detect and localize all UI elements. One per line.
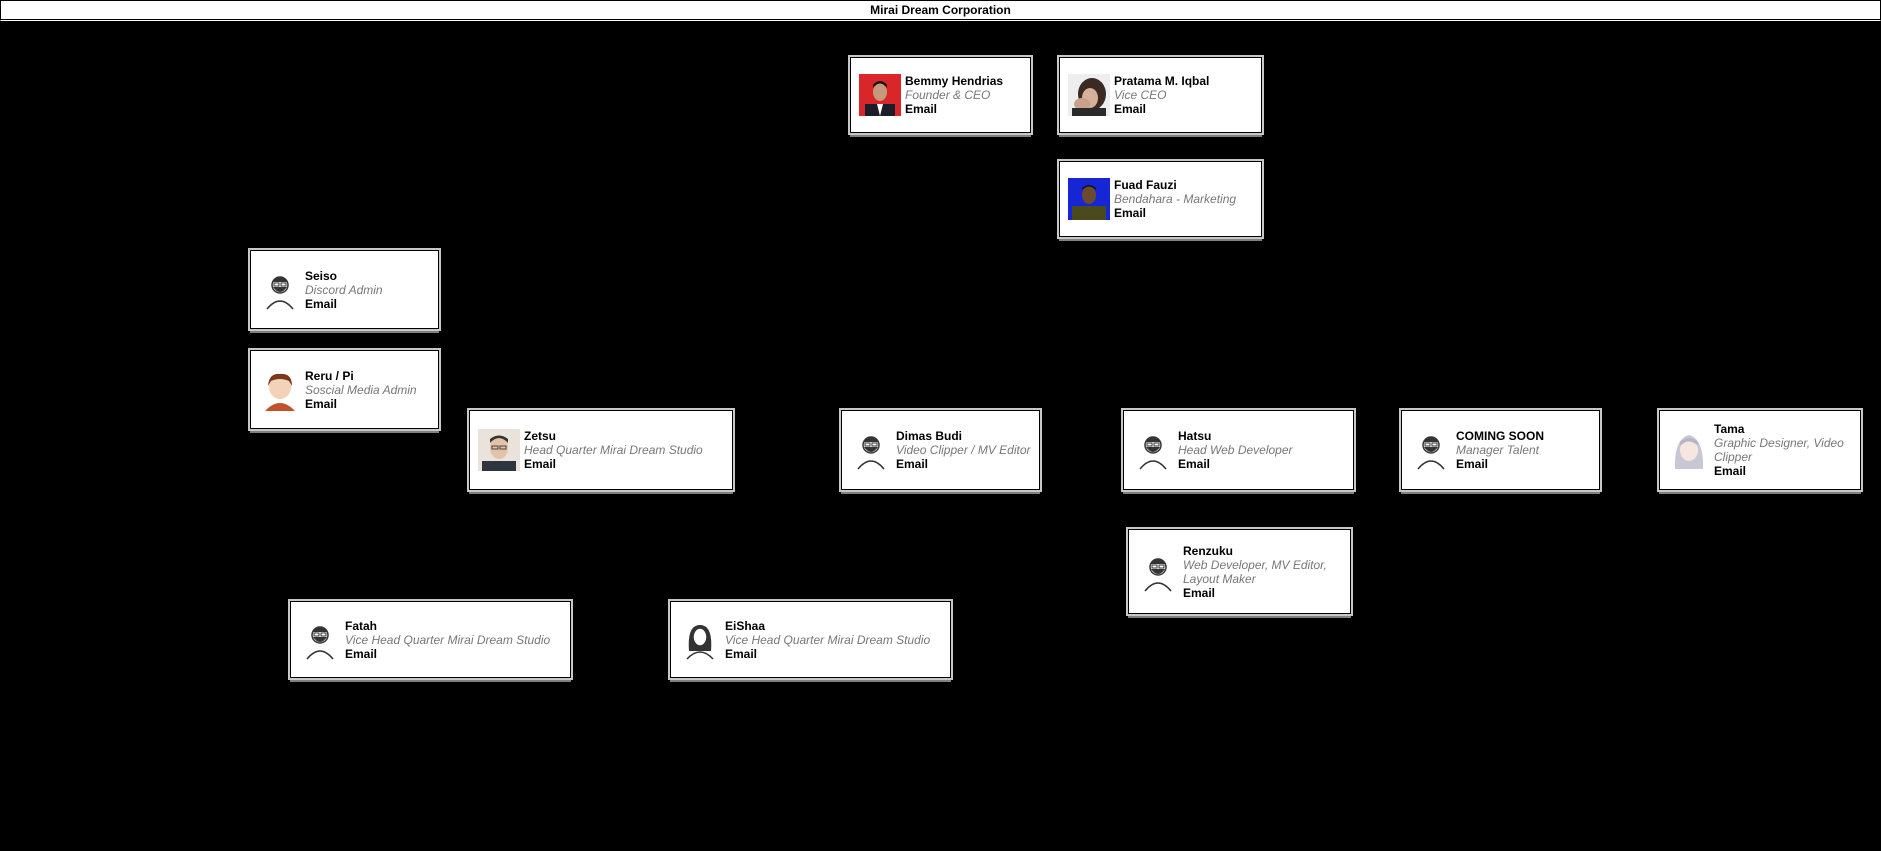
node-name: Zetsu [524, 429, 557, 443]
node-seiso[interactable]: Seiso Discord Admin Email [248, 248, 441, 331]
node-name: EiShaa [725, 618, 766, 633]
email-link[interactable]: Email [305, 297, 436, 311]
email-link[interactable]: Email [896, 457, 1037, 471]
node-zetsu[interactable]: Zetsu Head Quarter Mirai Dream Studio Em… [467, 408, 735, 492]
email-link[interactable]: Email [1714, 464, 1858, 478]
node-name: Bemmy Hendrias [905, 74, 1004, 88]
email-link[interactable]: Email [1114, 102, 1259, 116]
photo-blue-bg-icon [1068, 178, 1110, 220]
node-pratama-m-iqbal[interactable]: Pratama M. Iqbal Vice CEO Email [1057, 55, 1264, 135]
node-role: Vice Head Quarter Mirai Dream Studio [725, 632, 931, 647]
bearded-man-icon [850, 429, 892, 471]
bearded-man-icon [299, 618, 341, 661]
node-role: Founder & CEO [905, 88, 991, 102]
email-link[interactable]: Email [1183, 586, 1348, 600]
node-role: Bendahara - Marketing [1114, 192, 1237, 206]
node-role: Web Developer, MV Editor, Layout Maker [1183, 557, 1327, 586]
anime-character-icon [259, 368, 301, 411]
email-link[interactable]: Email [1178, 457, 1351, 471]
email-link[interactable]: Email [725, 647, 948, 661]
node-role: Head Web Developer [1178, 443, 1293, 457]
bearded-man-icon [1132, 429, 1174, 471]
email-link[interactable]: Email [305, 397, 436, 411]
photo-man-glasses-icon [478, 429, 520, 471]
node-hatsu[interactable]: Hatsu Head Web Developer Email [1121, 408, 1356, 492]
node-coming-soon[interactable]: COMING SOON Manager Talent Email [1399, 408, 1602, 492]
email-link[interactable]: Email [1114, 206, 1259, 220]
node-fuad-fauzi[interactable]: Fuad Fauzi Bendahara - Marketing Email [1057, 159, 1264, 239]
node-dimas-budi[interactable]: Dimas Budi Video Clipper / MV Editor Ema… [839, 408, 1042, 492]
node-role: Head Quarter Mirai Dream Studio [524, 443, 703, 457]
bearded-man-icon [259, 268, 301, 311]
photo-red-bg-icon [859, 74, 901, 116]
node-name: Tama [1714, 422, 1745, 436]
node-role: Vice CEO [1114, 88, 1167, 102]
node-renzuku[interactable]: Renzuku Web Developer, MV Editor, Layout… [1126, 527, 1353, 616]
node-name: Hatsu [1178, 429, 1212, 443]
node-name: Seiso [305, 268, 338, 283]
node-name: Fuad Fauzi [1114, 178, 1177, 192]
node-name: Pratama M. Iqbal [1114, 74, 1210, 88]
node-role: Soscial Media Admin [305, 382, 417, 397]
node-role: Discord Admin [305, 282, 383, 297]
email-link[interactable]: Email [905, 102, 1028, 116]
node-name: Dimas Budi [896, 429, 963, 443]
node-name: Renzuku [1183, 543, 1234, 558]
bearded-man-icon [1410, 429, 1452, 471]
node-role: Manager Talent [1456, 443, 1539, 457]
node-fatah[interactable]: Fatah Vice Head Quarter Mirai Dream Stud… [288, 599, 573, 680]
woman-icon [679, 618, 721, 661]
node-role: Video Clipper / MV Editor [896, 443, 1031, 457]
bearded-man-icon [1137, 550, 1179, 593]
email-link[interactable]: Email [345, 647, 568, 661]
node-reru-pi[interactable]: Reru / Pi Soscial Media Admin Email [248, 348, 441, 431]
node-eishaa[interactable]: EiShaa Vice Head Quarter Mirai Dream Stu… [668, 599, 953, 680]
photo-hand-face-icon [1068, 74, 1110, 116]
node-bemmy-hendrias[interactable]: Bemmy Hendrias Founder & CEO Email [848, 55, 1033, 135]
anime-girl-icon [1668, 429, 1710, 471]
node-name: Reru / Pi [305, 368, 354, 383]
email-link[interactable]: Email [1456, 457, 1597, 471]
node-role: Graphic Designer, Video Clipper [1714, 436, 1844, 464]
node-name: COMING SOON [1456, 429, 1545, 443]
node-role: Vice Head Quarter Mirai Dream Studio [345, 632, 551, 647]
email-link[interactable]: Email [524, 457, 730, 471]
node-name: Fatah [345, 618, 378, 633]
node-tama[interactable]: Tama Graphic Designer, Video Clipper Ema… [1657, 408, 1863, 492]
